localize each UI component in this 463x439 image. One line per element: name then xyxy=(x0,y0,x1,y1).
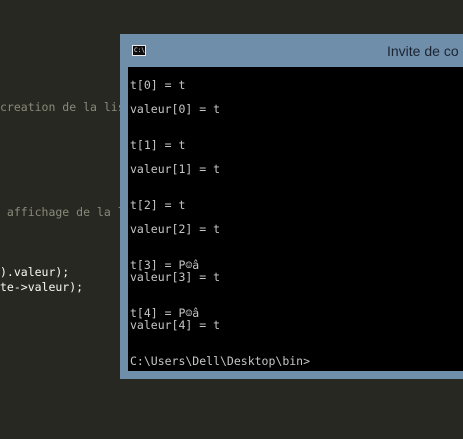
command-prompt-icon[interactable]: C:\ xyxy=(132,45,146,56)
console-output[interactable]: t[0] = t valeur[0] = t t[1] = t valeur[1… xyxy=(128,67,463,371)
console-line: t[2] = t xyxy=(130,198,186,212)
editor-line-code-valeur: ).valeur); xyxy=(0,265,70,279)
console-line: t[1] = t xyxy=(130,138,186,152)
editor-line-comment-affichage: affichage de la l xyxy=(0,205,125,219)
console-line: valeur[4] = t xyxy=(130,318,221,332)
console-line: valeur[2] = t xyxy=(130,222,221,236)
console-line: t[0] = t xyxy=(130,78,186,92)
command-prompt-window[interactable]: C:\ Invite de co t[0] = t valeur[0] = t … xyxy=(120,34,463,379)
command-prompt-icon-label: C:\ xyxy=(134,47,145,54)
window-titlebar[interactable]: C:\ Invite de co xyxy=(120,34,463,67)
console-prompt: C:\Users\Dell\Desktop\bin> xyxy=(130,354,311,368)
editor-line-comment-creation: creation de la lis xyxy=(0,100,125,114)
console-line: valeur[3] = t xyxy=(130,270,221,284)
console-line: valeur[1] = t xyxy=(130,162,221,176)
console-line: valeur[0] = t xyxy=(130,102,221,116)
editor-line-code-liste-valeur: te->valeur); xyxy=(0,280,84,294)
window-title: Invite de co xyxy=(387,43,459,59)
